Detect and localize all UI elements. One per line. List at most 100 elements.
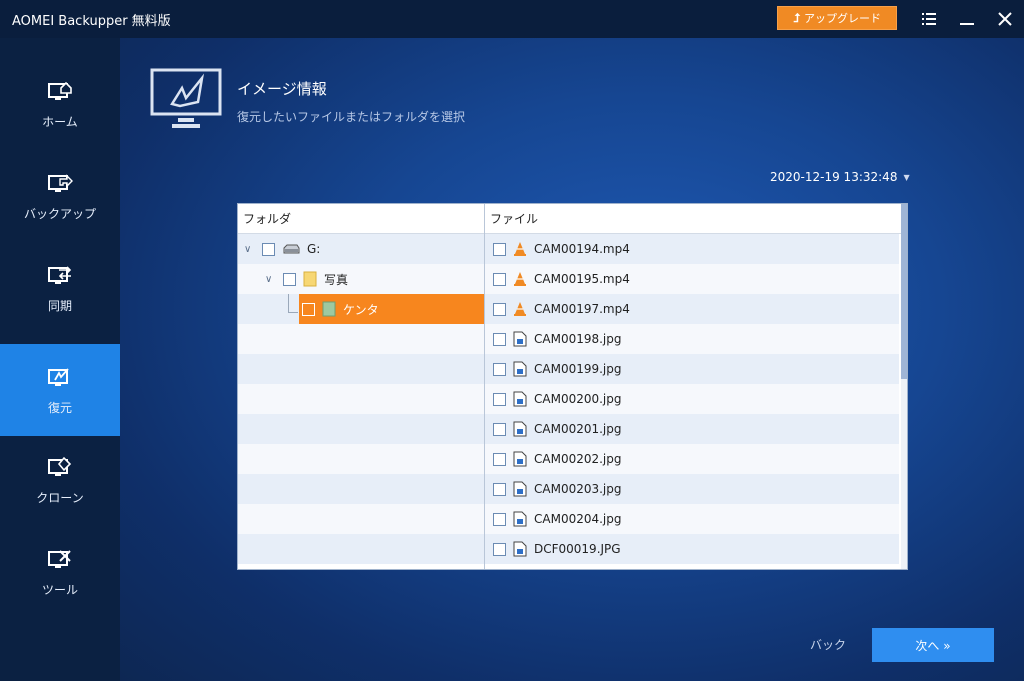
tree-node-drive[interactable]: ∨ G:	[244, 234, 320, 264]
home-icon	[48, 81, 72, 100]
file-list: CAM00194.mp4 CAM00195.mp4 CAM00197.mp4 C…	[485, 234, 899, 569]
sidebar-item-label: クローン	[36, 490, 84, 505]
page-subtitle: 復元したいファイルまたはフォルダを選択	[237, 110, 466, 124]
file-name: CAM00198.jpg	[534, 332, 622, 346]
backup-date-value: 2020-12-19 13:32:48	[770, 170, 898, 184]
list-item[interactable]: CAM00197.mp4	[485, 294, 899, 324]
tree-connector	[288, 294, 289, 312]
file-name: DCF00019.JPG	[534, 542, 621, 556]
app-title: AOMEI Backupper 無料版	[12, 13, 171, 29]
tree-node-kenta[interactable]: ケンタ	[302, 294, 379, 324]
file-name: CAM00195.mp4	[534, 272, 630, 286]
upgrade-button[interactable]: ⮥ アップグレード	[777, 6, 897, 30]
chevron-down-icon: ▼	[903, 172, 910, 182]
sidebar-item-backup[interactable]: バックアップ	[0, 150, 120, 242]
image-file-icon	[513, 361, 527, 377]
list-item[interactable]: CAM00200.jpg	[485, 384, 899, 414]
tree-checkbox[interactable]	[262, 242, 275, 256]
clone-icon	[48, 456, 72, 476]
file-browser-panel: フォルダ ファイル ∨ G: ∨ 写真 ケンタ CAM00194.mp4 CAM…	[237, 203, 908, 570]
image-file-icon	[513, 391, 527, 407]
list-item[interactable]: CAM00202.jpg	[485, 444, 899, 474]
vlc-icon	[514, 272, 526, 286]
file-name: CAM00202.jpg	[534, 452, 622, 466]
sidebar-item-sync[interactable]: 同期	[0, 242, 120, 334]
sidebar-item-restore[interactable]: 復元	[0, 344, 120, 436]
image-file-icon	[513, 541, 527, 557]
list-item[interactable]: DCF00019.JPG	[485, 534, 899, 564]
file-checkbox[interactable]	[493, 362, 506, 376]
drive-icon	[283, 244, 300, 254]
folder-column-header: フォルダ	[238, 204, 484, 234]
file-name: CAM00199.jpg	[534, 362, 622, 376]
file-name: CAM00197.mp4	[534, 302, 630, 316]
file-checkbox[interactable]	[493, 512, 506, 526]
backup-icon	[48, 173, 73, 192]
sidebar-item-clone[interactable]: クローン	[0, 434, 120, 526]
image-file-icon	[513, 451, 527, 467]
file-name: CAM00204.jpg	[534, 512, 622, 526]
file-checkbox[interactable]	[493, 242, 506, 256]
file-checkbox[interactable]	[493, 332, 506, 346]
file-name: CAM00194.mp4	[534, 242, 630, 256]
main-content: イメージ情報 復元したいファイルまたはフォルダを選択 2020-12-19 13…	[120, 38, 1024, 681]
tree-node-photos[interactable]: ∨ 写真	[265, 264, 348, 294]
list-item[interactable]: CAM00194.mp4	[485, 234, 899, 264]
image-restore-monitor-icon	[150, 68, 222, 128]
file-checkbox[interactable]	[493, 542, 506, 556]
sidebar-item-label: ホーム	[42, 114, 78, 129]
file-name: CAM00203.jpg	[534, 482, 622, 496]
list-item[interactable]: CAM00201.jpg	[485, 414, 899, 444]
tree-checkbox[interactable]	[283, 272, 296, 286]
image-file-icon	[513, 511, 527, 527]
folder-tree: ∨ G: ∨ 写真 ケンタ	[238, 234, 484, 569]
list-item[interactable]: CAM00195.mp4	[485, 264, 899, 294]
file-name: CAM00201.jpg	[534, 422, 622, 436]
scrollbar-thumb[interactable]	[901, 204, 907, 379]
page-title: イメージ情報	[237, 80, 327, 98]
tree-node-label: G:	[307, 242, 321, 256]
sidebar-item-label: ツール	[41, 582, 78, 597]
list-item[interactable]: CAM00199.jpg	[485, 354, 899, 384]
file-checkbox[interactable]	[493, 272, 506, 286]
sidebar: ホーム バックアップ 同期 復元 クローン ツール	[0, 38, 120, 681]
file-checkbox[interactable]	[493, 392, 506, 406]
tree-connector	[288, 312, 298, 313]
vlc-icon	[514, 302, 526, 316]
minimize-icon[interactable]	[956, 8, 978, 30]
chevron-down-icon[interactable]: ∨	[265, 274, 277, 285]
sidebar-item-home[interactable]: ホーム	[0, 58, 120, 150]
back-button[interactable]: バック	[810, 636, 846, 653]
sidebar-item-label: 同期	[47, 298, 72, 313]
file-checkbox[interactable]	[493, 302, 506, 316]
chevron-down-icon[interactable]: ∨	[244, 244, 256, 255]
file-column-header: ファイル	[485, 204, 901, 234]
upgrade-arrow-icon: ⮥	[792, 10, 801, 25]
next-button[interactable]: 次へ »	[872, 628, 994, 662]
sync-icon	[48, 265, 72, 284]
tree-node-label: ケンタ	[343, 302, 379, 317]
vlc-icon	[514, 242, 526, 256]
file-checkbox[interactable]	[493, 452, 506, 466]
tree-checkbox[interactable]	[302, 302, 315, 316]
title-bar: AOMEI Backupper 無料版 ⮥ アップグレード	[0, 0, 1024, 38]
image-file-icon	[513, 481, 527, 497]
backup-date-dropdown[interactable]: 2020-12-19 13:32:48 ▼	[770, 170, 910, 184]
file-name: CAM00200.jpg	[534, 392, 622, 406]
file-checkbox[interactable]	[493, 482, 506, 496]
sidebar-item-tools[interactable]: ツール	[0, 526, 120, 618]
image-file-icon	[513, 331, 527, 347]
list-item[interactable]: CAM00198.jpg	[485, 324, 899, 354]
menu-icon[interactable]	[918, 8, 940, 30]
tools-icon	[48, 549, 71, 568]
list-item[interactable]: CAM00203.jpg	[485, 474, 899, 504]
list-item[interactable]: CAM00204.jpg	[485, 504, 899, 534]
folder-icon	[322, 301, 336, 317]
image-file-icon	[513, 421, 527, 437]
folder-icon	[303, 271, 317, 287]
tree-node-label: 写真	[324, 272, 349, 287]
sidebar-item-label: バックアップ	[23, 206, 96, 221]
restore-icon	[48, 367, 69, 386]
close-icon[interactable]	[994, 8, 1016, 30]
file-checkbox[interactable]	[493, 422, 506, 436]
